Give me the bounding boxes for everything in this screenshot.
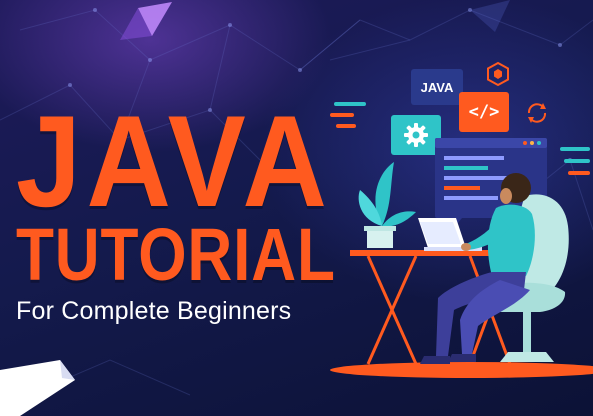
refresh-icon (527, 103, 547, 123)
java-badge: JAVA (411, 69, 463, 105)
hexagon-code-icon (487, 61, 509, 87)
code-icon: </> (468, 102, 500, 122)
developer-illustration (330, 138, 593, 378)
paper-corner-decoration (0, 360, 75, 416)
java-badge-label: JAVA (420, 79, 454, 95)
title-java: JAVA (16, 88, 333, 234)
code-badge: </> (459, 92, 509, 132)
subtitle: For Complete Beginners (16, 297, 292, 325)
plant (358, 162, 416, 248)
deco-lines-left (330, 102, 366, 128)
thumbnail-canvas: JAVA TUTORIAL For Complete Beginners JAV… (0, 0, 593, 416)
title-tutorial: TUTORIAL (16, 213, 336, 296)
